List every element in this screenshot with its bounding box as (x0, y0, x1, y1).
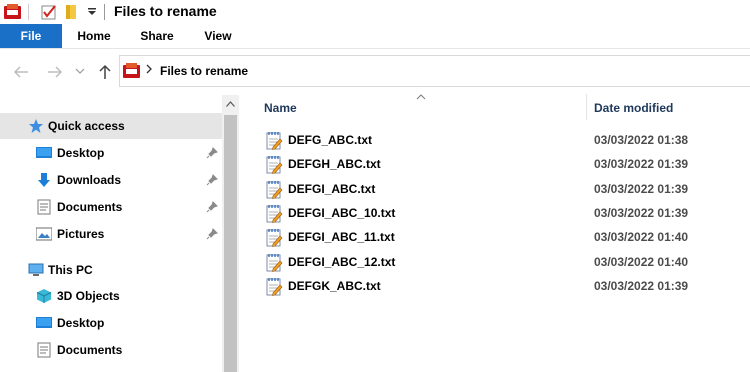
title-separator (104, 4, 105, 20)
forward-arrow-icon[interactable] (46, 64, 64, 80)
recent-locations-icon[interactable] (75, 66, 85, 76)
sidebar-item-label: This PC (48, 263, 93, 277)
window-title: Files to rename (114, 3, 217, 19)
sidebar-item-this-pc[interactable]: This PC (0, 257, 222, 283)
text-file-icon (266, 132, 283, 150)
documents-icon (37, 199, 51, 215)
sidebar-item-label: Pictures (57, 227, 105, 241)
file-row[interactable]: DEFGH_ABC.txt 03/03/2022 01:39 (262, 153, 750, 177)
properties-icon[interactable] (41, 4, 57, 20)
computer-icon (28, 263, 44, 276)
column-header-date-modified[interactable]: Date modified (594, 100, 750, 120)
back-arrow-icon[interactable] (12, 64, 30, 80)
sidebar-item-label: Quick access (48, 119, 125, 133)
text-file-icon (266, 156, 283, 175)
file-row[interactable]: DEFGI_ABC_10.txt 03/03/2022 01:39 (262, 202, 750, 226)
text-file-icon (266, 229, 283, 248)
file-date-modified: 03/03/2022 01:40 (594, 254, 689, 269)
sidebar-item-documents[interactable]: Documents (0, 194, 222, 220)
text-file-icon (266, 277, 283, 296)
customize-qat-icon[interactable] (88, 8, 96, 16)
breadcrumb-folder[interactable]: Files to rename (160, 64, 248, 78)
up-arrow-icon[interactable] (96, 64, 114, 80)
cube-icon (36, 289, 52, 303)
new-folder-icon[interactable] (65, 4, 79, 20)
sidebar-item-pictures[interactable]: Pictures (0, 221, 222, 247)
sidebar-item-downloads[interactable]: Downloads (0, 167, 222, 193)
file-row[interactable]: DEFGK_ABC.txt 03/03/2022 01:39 (262, 275, 750, 299)
navigation-pane: Quick access Desktop Downloads Documents… (0, 95, 222, 372)
sidebar-item-quick-access[interactable]: Quick access (0, 113, 222, 139)
scrollbar-thumb[interactable] (224, 115, 237, 372)
app-icon[interactable] (4, 4, 21, 20)
title-bar: Files to rename (0, 0, 750, 24)
sidebar-item-label: Downloads (57, 173, 122, 187)
pin-icon[interactable] (206, 201, 218, 213)
file-date-modified: 03/03/2022 01:38 (594, 133, 689, 147)
column-divider[interactable] (586, 94, 587, 120)
tab-home[interactable]: Home (64, 24, 124, 48)
sidebar-item-desktop[interactable]: Desktop (0, 140, 222, 166)
sidebar-item-desktop[interactable]: Desktop (0, 310, 222, 336)
sidebar-item-3d-objects[interactable]: 3D Objects (0, 283, 222, 309)
sidebar-item-documents[interactable]: Documents (0, 337, 222, 363)
desktop-icon (36, 317, 52, 328)
pin-icon[interactable] (206, 174, 218, 186)
file-row[interactable]: DEFG_ABC.txt 03/03/2022 01:38 (262, 129, 750, 153)
star-icon (29, 119, 43, 133)
tab-view[interactable]: View (190, 24, 246, 48)
pin-icon[interactable] (206, 147, 218, 159)
text-file-icon (266, 180, 283, 199)
desktop-icon (36, 147, 52, 158)
navigation-scrollbar[interactable] (222, 95, 239, 372)
file-date-modified: 03/03/2022 01:39 (594, 278, 689, 293)
breadcrumb-chevron-icon[interactable] (145, 64, 153, 74)
file-name: DEFGH_ABC.txt (288, 157, 381, 172)
file-date-modified: 03/03/2022 01:40 (594, 230, 689, 245)
file-row[interactable]: DEFGI_ABC_11.txt 03/03/2022 01:40 (262, 226, 750, 250)
text-file-icon (266, 253, 283, 272)
address-bar[interactable]: Files to rename (119, 55, 750, 87)
file-name: DEFGI_ABC_10.txt (288, 205, 396, 220)
file-date-modified: 03/03/2022 01:39 (594, 181, 689, 196)
sidebar-item-label: Desktop (57, 146, 105, 160)
tab-file[interactable]: File (0, 24, 62, 48)
scroll-up-icon[interactable] (226, 101, 235, 107)
pin-icon[interactable] (206, 228, 218, 240)
file-date-modified: 03/03/2022 01:39 (594, 205, 689, 220)
file-name: DEFGI_ABC_12.txt (288, 254, 396, 269)
file-name: DEFG_ABC.txt (288, 133, 373, 147)
pictures-icon (36, 227, 52, 241)
sidebar-item-label: 3D Objects (57, 289, 120, 303)
sidebar-item-label: Desktop (57, 316, 105, 330)
text-file-icon (266, 204, 283, 223)
file-date-modified: 03/03/2022 01:39 (594, 157, 689, 172)
tab-share[interactable]: Share (128, 24, 186, 48)
column-header-name[interactable]: Name (264, 100, 584, 120)
file-name: DEFGI_ABC_11.txt (288, 230, 395, 245)
qat-separator (28, 4, 29, 20)
documents-icon (37, 342, 51, 358)
sidebar-item-label: Documents (57, 200, 123, 214)
file-row[interactable]: DEFGI_ABC.txt 03/03/2022 01:39 (262, 178, 750, 202)
ribbon-tabs: File Home Share View (0, 24, 750, 49)
folder-location-icon (123, 63, 140, 78)
download-arrow-icon (38, 173, 50, 187)
file-name: DEFGI_ABC.txt (288, 181, 376, 196)
sidebar-item-label: Documents (57, 343, 123, 357)
file-row[interactable]: DEFGI_ABC_12.txt 03/03/2022 01:40 (262, 251, 750, 275)
file-name: DEFGK_ABC.txt (288, 278, 381, 293)
